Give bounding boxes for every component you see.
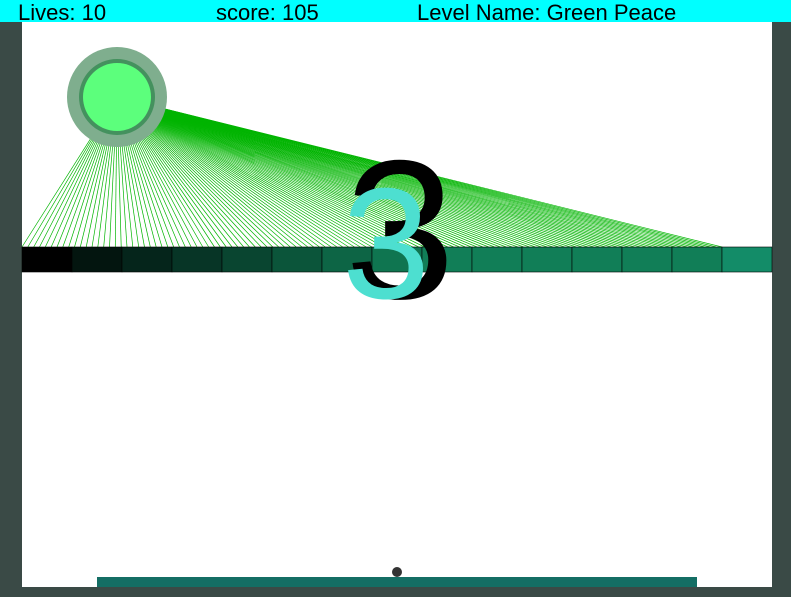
block (221, 246, 273, 273)
paddle[interactable] (97, 577, 697, 587)
sun-core (83, 63, 151, 131)
block (271, 246, 323, 273)
block (521, 246, 573, 273)
block (621, 246, 673, 273)
left-wall (0, 22, 22, 597)
block (571, 246, 623, 273)
block (71, 246, 123, 273)
right-wall (772, 22, 791, 597)
block (21, 246, 73, 273)
block (721, 246, 773, 273)
block (171, 246, 223, 273)
block (671, 246, 723, 273)
bottom-wall (0, 587, 791, 597)
countdown-number: 3 (342, 156, 430, 332)
block (121, 246, 173, 273)
game-field: 3 3 (0, 22, 791, 597)
ball (392, 567, 402, 577)
hud-bar: Lives: 10 score: 105 Level Name: Green P… (0, 0, 791, 25)
block (471, 246, 523, 273)
